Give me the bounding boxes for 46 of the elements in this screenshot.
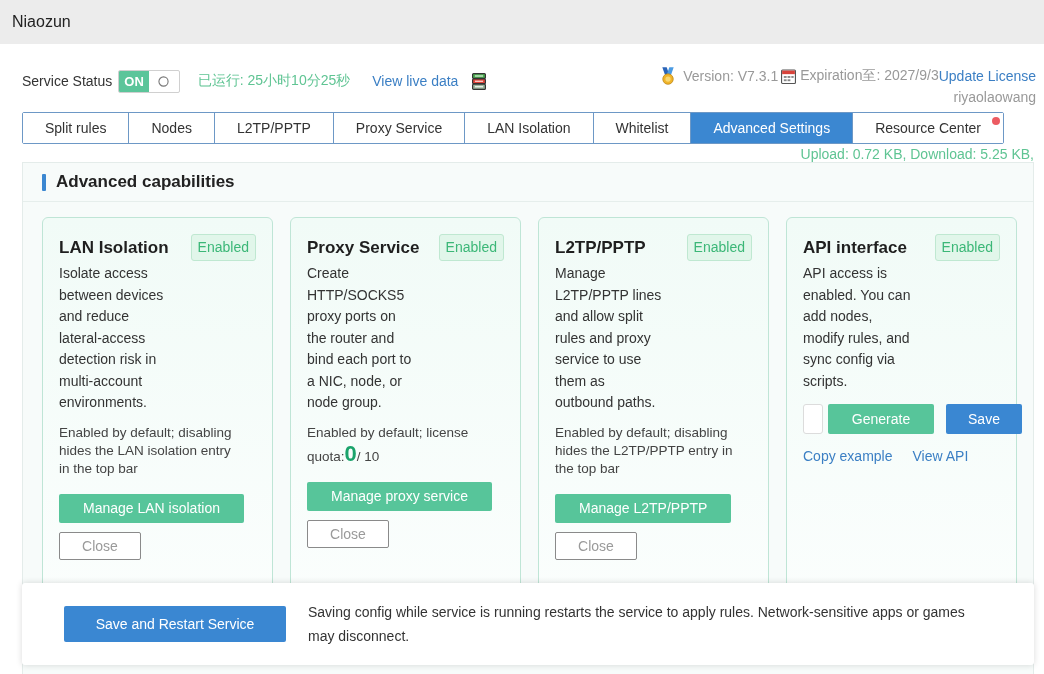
api-link[interactable]: View API [912,448,969,464]
tab[interactable]: Advanced Settings [691,113,854,143]
section-heading: Advanced capabilities [56,171,235,193]
card-note: Enabled by default; disabling hides the L2TP/PPTP entry in the top bar [555,423,734,478]
card-description: Manage L2TP/PPTP lines and allow split rules and proxy service to use them as outbound paths. [555,264,663,412]
toggle-knob-icon [158,75,170,87]
heading-bar-icon [42,173,46,191]
card-title: LAN Isolation [59,237,169,259]
status-badge: Enabled [438,234,504,261]
view-live-data-link[interactable]: View live data [372,73,459,89]
update-license-link[interactable]: Update License [938,68,1036,84]
books-icon[interactable] [472,72,487,90]
traffic-stats: Upload: 0.72 KB, Download: 5.25 KB, [800,146,1034,162]
card-description: API access is enabled. You can add nodes, modify rules, and sync config via scripts. [803,264,912,391]
close-button[interactable]: Close [555,531,637,560]
window-title: Niaozun [12,13,71,31]
generate-button[interactable]: Generate [828,404,934,434]
card-note: Enabled by default; license quota:0/ 10 [307,423,470,466]
version-text: Version: V7.3.1 [683,68,779,84]
card-description: Isolate access between devices and reduce lateral-access detection risk in multi-account environments. [59,264,165,412]
card-note: Enabled by default; disabling hides the LAN isolation entry in the top bar [59,423,233,478]
card-title: Proxy Service [307,237,420,259]
uptime-text: 已运行: 25小时10分25秒 [197,72,351,90]
input-field[interactable] [803,404,823,434]
medal-icon [661,67,676,85]
tab[interactable]: Split rules [23,113,130,143]
close-button[interactable]: Close [59,531,141,560]
card-title: L2TP/PPTP [555,237,646,259]
manage-button[interactable]: Manage L2TP/PPTP [555,493,732,523]
card-title: API interface [803,237,907,259]
expiration-text: Expiration至: 2027/9/3 [800,67,939,83]
api-link[interactable]: Copy example [803,448,893,464]
manage-button[interactable]: Manage proxy service [307,481,492,511]
save-button[interactable]: Save [946,404,1022,434]
calendar-icon [781,68,797,84]
close-button[interactable]: Close [307,519,389,548]
card-description: Create HTTP/SOCKS5 proxy ports on the router and bind each port to a NIC, node, or node group. [307,264,413,412]
service-toggle[interactable]: ON [118,69,180,93]
status-badge: Enabled [686,234,752,261]
save-restart-button[interactable]: Save and Restart Service [64,606,286,642]
restart-warning: Saving config while service is running restarts the service to apply rules. Network-sensitive apps or games may disconnect. [308,603,966,646]
manage-button[interactable]: Manage LAN isolation [59,493,244,523]
username-text: riyaolaowang [953,89,1036,105]
service-status-label: Service Status [22,73,113,89]
status-badge: Enabled [190,234,256,261]
status-badge: Enabled [934,234,1000,261]
